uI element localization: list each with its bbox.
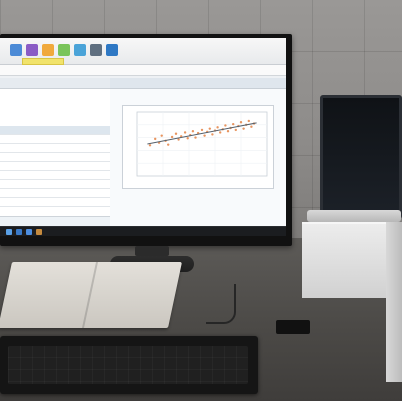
browser-icon[interactable] [26, 229, 32, 235]
table-header-cell [19, 126, 71, 134]
save-icon[interactable] [26, 44, 38, 56]
table-header-row [0, 126, 110, 135]
chart-panel-header [110, 78, 286, 89]
data-table [0, 126, 110, 208]
table-row[interactable] [0, 180, 110, 189]
open-icon[interactable] [10, 44, 22, 56]
table-row[interactable] [0, 153, 110, 162]
laptop-stand-side [386, 222, 402, 382]
scatter-point [219, 131, 222, 134]
taskbar [0, 226, 286, 236]
cable [206, 284, 236, 324]
scatter-chart [136, 111, 268, 177]
keyboard-keys [8, 346, 248, 384]
scatter-point [239, 121, 243, 124]
keyboard [0, 336, 258, 394]
scatter-point [224, 124, 227, 127]
scatter-point [167, 143, 170, 146]
scatter-point [177, 138, 180, 141]
scatter-point [191, 130, 195, 133]
scatter-point [186, 137, 189, 140]
table-header-cell [0, 126, 19, 134]
scatter-point [154, 137, 157, 141]
grid-icon[interactable] [106, 44, 118, 56]
table-row[interactable] [0, 162, 110, 171]
scatter-point [242, 127, 245, 130]
scatter-point [194, 136, 197, 139]
scatter-point [203, 134, 206, 137]
filter-icon[interactable] [74, 44, 86, 56]
scatter-point [211, 133, 214, 136]
scatter-point [200, 128, 204, 132]
scatter-point [148, 144, 152, 147]
scatter-point [174, 132, 178, 135]
scatter-point [170, 135, 174, 139]
external-monitor [0, 34, 292, 246]
folder-icon[interactable] [36, 229, 42, 235]
scatter-point [234, 128, 237, 132]
start-icon[interactable] [6, 229, 12, 235]
scatter-point [226, 130, 230, 133]
toolbar-highlight-label [22, 58, 64, 65]
plot-area [136, 111, 268, 177]
open-notebook [0, 262, 183, 328]
table-row[interactable] [0, 189, 110, 198]
clock-icon[interactable] [90, 44, 102, 56]
laptop-base [307, 210, 401, 222]
monitor-screen [0, 38, 286, 236]
left-panel-header [0, 78, 110, 89]
laptop-screen [320, 95, 402, 219]
scatter-point [247, 119, 250, 123]
scatter-point [232, 122, 235, 126]
refresh-icon[interactable] [58, 44, 70, 56]
scatter-point [208, 127, 211, 130]
table-row[interactable] [0, 198, 110, 207]
office-scene [0, 0, 402, 401]
scatter-point [250, 125, 253, 128]
scatter-point [216, 126, 219, 129]
table-row[interactable] [0, 207, 110, 208]
chart-icon[interactable] [42, 44, 54, 56]
usb-device [276, 320, 310, 334]
table-row[interactable] [0, 135, 110, 144]
table-row[interactable] [0, 171, 110, 180]
breadcrumb [0, 65, 286, 76]
scatter-point [183, 131, 187, 134]
left-data-panel [0, 78, 111, 228]
table-header-cell [71, 126, 110, 134]
scatter-chart-frame [122, 105, 274, 189]
application-toolbar [0, 38, 286, 65]
monitor-stand-neck [135, 246, 169, 256]
search-icon[interactable] [16, 229, 22, 235]
scatter-point [160, 134, 163, 137]
chart-panel [110, 78, 286, 228]
table-row[interactable] [0, 144, 110, 153]
